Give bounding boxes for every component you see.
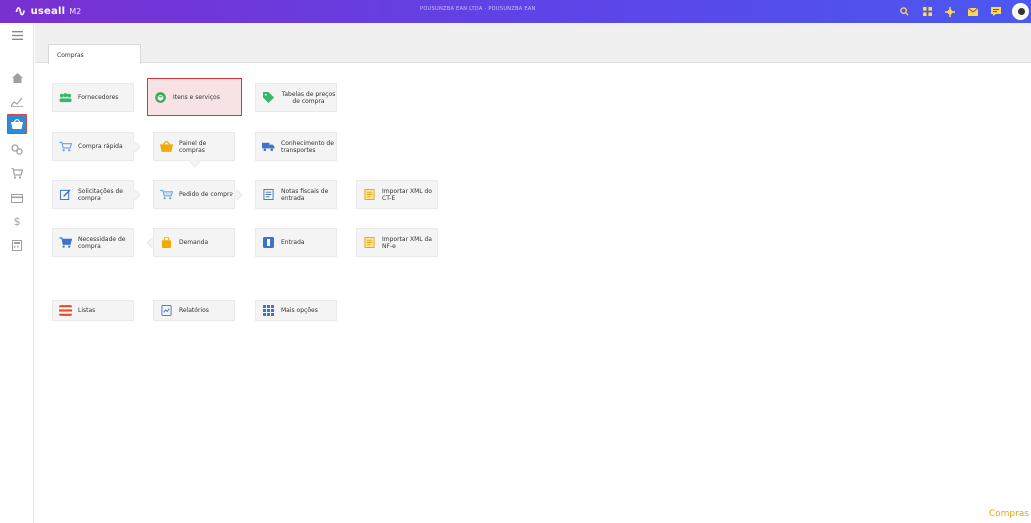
tile-entrada[interactable]: Entrada (255, 228, 337, 257)
report-icon (161, 305, 172, 316)
basket-icon (160, 141, 173, 152)
tile-importar-xml-nfe[interactable]: Importar XML da NF-e (356, 228, 438, 257)
tile-mais-opcoes[interactable]: Mais opções (255, 300, 337, 321)
apps-icon[interactable] (917, 2, 937, 21)
suppliers-icon (59, 93, 72, 103)
sidebar: $ (0, 23, 34, 523)
tile-compra-rapida[interactable]: Compra rápida (52, 132, 134, 161)
truck-icon (262, 142, 275, 152)
tile-conhecimento-transportes[interactable]: Conhecimento de transportes (255, 132, 337, 161)
quick-cart-icon (59, 141, 72, 152)
top-icons (891, 2, 1029, 21)
footer-module-label: Compras (988, 509, 1029, 519)
tile-notas-fiscais-entrada[interactable]: Notas fiscais de entrada (255, 180, 337, 209)
tile-label: Pedido de compra (179, 191, 234, 198)
tile-necessidade-compra[interactable]: Necessidade de compra (52, 228, 134, 257)
tile-label: Notas fiscais de entrada (281, 187, 329, 202)
box-icon (155, 91, 166, 103)
tile-label: Mais opções (281, 307, 318, 314)
logo[interactable]: ∿ useall M2 (14, 3, 81, 20)
tile-label: Relatórios (179, 307, 209, 314)
logo-icon: ∿ (14, 2, 27, 20)
entry-icon (263, 237, 274, 248)
tab-compras[interactable]: Compras (48, 44, 141, 64)
edit-form-icon (59, 189, 71, 200)
chat-icon[interactable] (986, 2, 1006, 21)
top-bar: ∿ useall M2 POUSUNZBA EAN LTDA · POUSUNZ… (0, 0, 1031, 23)
mail-icon[interactable] (963, 2, 983, 21)
tab-bar: Compras (35, 23, 1031, 64)
purchase-icon[interactable] (7, 114, 27, 134)
chart-icon[interactable] (7, 92, 27, 112)
avatar[interactable] (1012, 3, 1029, 20)
grid-more-icon (263, 305, 274, 316)
bag-icon (161, 237, 172, 248)
price-tag-icon (263, 92, 274, 103)
tile-label: Listas (78, 307, 96, 314)
order-cart-icon (160, 189, 173, 200)
list-icon (59, 305, 72, 316)
tile-label: Necessidade de compra (78, 235, 126, 250)
tile-tabelas-precos[interactable]: Tabelas de preços de compra (255, 83, 337, 112)
tile-listas[interactable]: Listas (52, 300, 134, 321)
tile-relatorios[interactable]: Relatórios (153, 300, 235, 321)
tile-importar-xml-cte[interactable]: Importar XML do CT-E (356, 180, 438, 209)
tile-label: Demanda (179, 239, 209, 246)
tile-itens-servicos[interactable]: Itens e serviços (147, 78, 242, 116)
cart-icon[interactable] (7, 163, 27, 183)
tile-pedido-compra[interactable]: Pedido de compra (153, 180, 235, 209)
tile-label: Compra rápida (78, 143, 123, 150)
logo-version: M2 (69, 7, 82, 16)
tile-label: Painel de compras (179, 139, 207, 154)
card-icon[interactable] (7, 188, 27, 208)
need-cart-icon (59, 237, 72, 248)
tile-label: Solicitações de compra (78, 187, 124, 202)
logo-text: useall (30, 6, 66, 17)
tile-label: Conhecimento de transportes (281, 139, 334, 154)
import-xml-icon (364, 237, 375, 248)
search-icon[interactable] (894, 2, 914, 21)
cogs-icon[interactable] (7, 139, 27, 159)
tile-label: Itens e serviços (173, 93, 220, 101)
invoice-icon (263, 189, 274, 200)
tile-label: Importar XML da NF-e (382, 235, 432, 250)
tile-label: Fornecedores (78, 94, 119, 101)
tile-label: Tabelas de preços de compra (281, 90, 336, 105)
dollar-icon[interactable]: $ (7, 211, 27, 231)
tile-solicitacoes-compra[interactable]: Solicitações de compra (52, 180, 134, 209)
menu-icon[interactable] (7, 25, 27, 45)
tile-label: Importar XML do CT-E (382, 187, 432, 202)
calculator-icon[interactable] (7, 235, 27, 255)
tile-demanda[interactable]: Demanda (153, 228, 235, 257)
tile-label: Entrada (281, 239, 305, 246)
settings-icon[interactable] (940, 2, 960, 21)
company-name: POUSUNZBA EAN LTDA · POUSUNZBA EAN (420, 6, 536, 12)
home-icon[interactable] (7, 68, 27, 88)
import-xml-icon (364, 189, 375, 200)
tile-fornecedores[interactable]: Fornecedores (52, 83, 134, 112)
